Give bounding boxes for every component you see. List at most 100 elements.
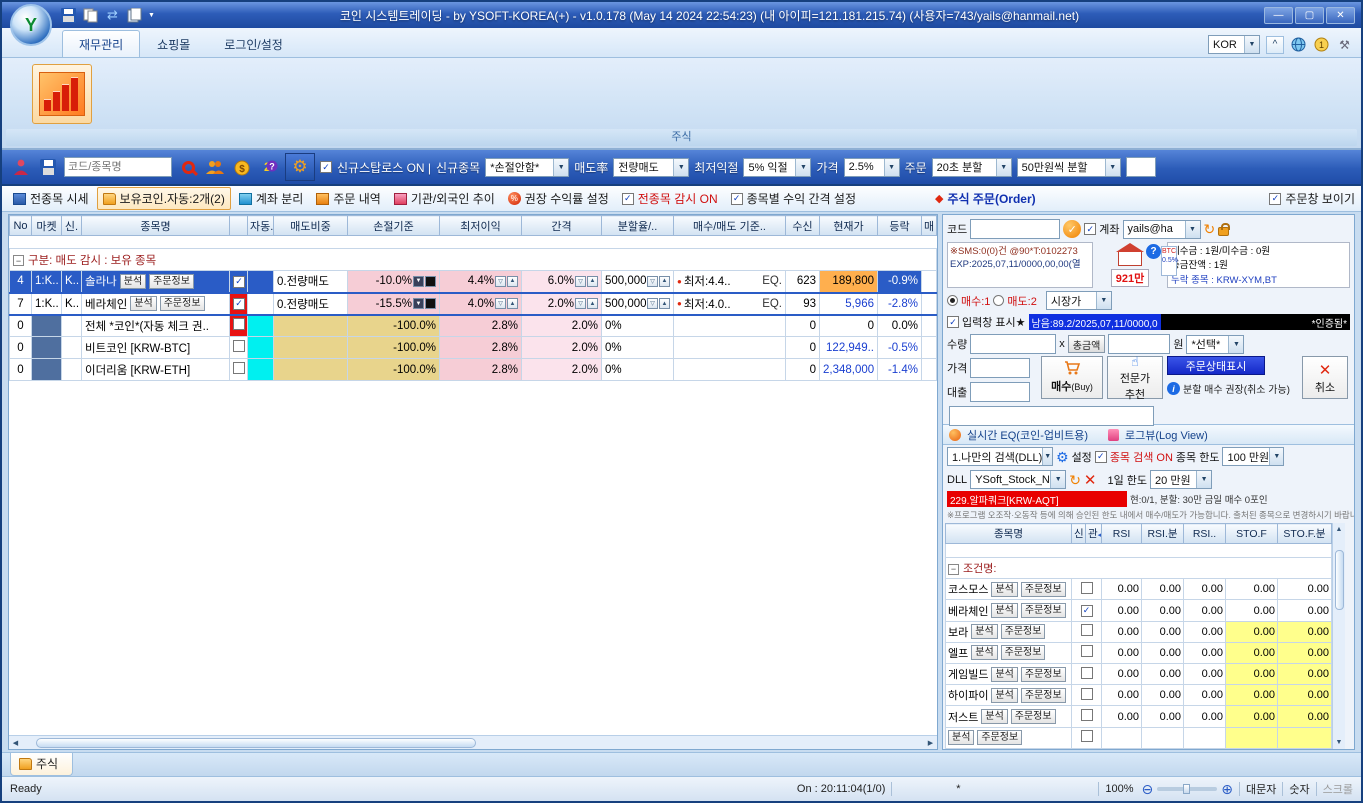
scroll-down-icon[interactable]: ▼ [1336,736,1343,749]
auto-checkbox[interactable] [233,362,245,374]
spin-down-icon[interactable]: ▽ [647,298,658,309]
refresh-icon[interactable]: ↻ [1204,222,1216,236]
auto-checkbox[interactable] [233,318,245,330]
order-info-button[interactable]: 주문정보 [1021,582,1066,597]
spin-stop-icon[interactable]: ■ [425,276,436,287]
minimize-button[interactable]: — [1264,7,1293,24]
analyze-button[interactable]: 분석 [130,296,156,311]
order-status-button[interactable]: 주문상태표시 [1167,356,1265,375]
watch-row[interactable]: 저스트분석주문정보 0.00 0.00 0.00 0.00 0.00 [946,706,1332,727]
search-icon[interactable] [177,156,199,178]
tab-shop[interactable]: 쇼핑몰 [140,30,207,57]
bottom-tab-stock[interactable]: 주식 [10,753,73,776]
order-info-button[interactable]: 주문정보 [1001,645,1046,660]
zoom-out-icon[interactable]: ⊖ [1142,782,1154,796]
stock-search-checkbox[interactable] [1095,451,1107,463]
spin-down-icon[interactable]: ▽ [575,298,586,309]
tab-all-quotes[interactable]: 전종목 시세 [8,188,94,209]
analyze-button[interactable]: 분석 [991,688,1017,703]
vertical-scrollbar[interactable]: ▲ ▼ [1332,523,1345,749]
tab-logview[interactable]: 로그뷰(Log View) [1125,427,1208,443]
scrollbar-thumb[interactable] [1335,550,1344,610]
daily-limit-dropdown[interactable]: 20 만원▼ [1150,470,1212,489]
table-row[interactable]: 0 이더리움 [KRW-ETH] -100.0% 2.8% 2.0% 0% 0 … [10,359,937,381]
order-info-button[interactable]: 주문정보 [160,296,205,311]
spin-down-icon[interactable]: ▼ [413,276,424,287]
order-split-dropdown[interactable]: 20초 분할▼ [932,158,1012,177]
globe-icon[interactable] [1290,37,1307,53]
spin-down-icon[interactable]: ▽ [495,276,506,287]
total-amount-input[interactable] [1108,334,1170,354]
buy-radio[interactable] [947,295,958,306]
price-input[interactable] [970,358,1030,378]
account-dropdown[interactable]: yails@ha▼ [1123,220,1201,239]
account-checkbox[interactable] [1084,223,1096,235]
analyze-button[interactable]: 분석 [991,603,1017,618]
watch-row-partial[interactable]: 분석주문정보 [946,727,1332,748]
question-icon[interactable]: ? [1146,244,1161,259]
expert-recommend-button[interactable]: ☝ 전문가추천 [1107,356,1163,399]
tab-order-history[interactable]: 주문 내역 [311,188,386,209]
calculator-house-icon[interactable] [1118,251,1142,266]
copy-icon[interactable] [82,7,99,23]
gap-setting-checkbox[interactable] [731,193,743,205]
help-icon[interactable]: 2? [258,156,280,178]
order-info-button[interactable]: 주문정보 [977,730,1022,745]
close-button[interactable]: ✕ [1326,7,1355,24]
amount-split-dropdown[interactable]: 50만원씩 분할▼ [1017,158,1121,177]
analyze-button[interactable]: 분석 [991,582,1017,597]
code-confirm-icon[interactable]: ✓ [1063,220,1081,238]
auto-checkbox[interactable] [233,298,245,310]
table-row[interactable]: 0 전체 *코인*(자동 체크 권.. -100.0% 2.8% 2.0% 0%… [10,315,937,337]
watch-checkbox[interactable] [1081,624,1093,636]
new-stoploss-checkbox[interactable] [320,161,332,173]
analyze-button[interactable]: 분석 [981,709,1007,724]
stock-limit-dropdown[interactable]: 100 만원▼ [1222,447,1284,466]
spin-up-icon[interactable]: ▲ [507,276,518,287]
input-display-checkbox[interactable] [947,316,959,328]
qat-dropdown-icon[interactable]: ▼ [148,12,155,19]
order-info-button[interactable]: 주문정보 [1011,709,1056,724]
buy-button[interactable]: 매수(Buy) [1041,356,1103,399]
save-disk-icon[interactable] [37,156,59,178]
search-settings-gear-icon[interactable]: ⚙ [1056,450,1069,464]
tab-account-split[interactable]: 계좌 분리 [234,188,309,209]
zoom-slider-thumb[interactable] [1183,784,1190,794]
spin-down-icon[interactable]: ▽ [495,298,506,309]
tab-realtime-eq[interactable]: 실시간 EQ(코인-업비트용) [967,427,1088,443]
analyze-button[interactable]: 분석 [948,730,974,745]
order-info-button[interactable]: 주문정보 [1021,688,1066,703]
table-row[interactable]: 0 비트코인 [KRW-BTC] -100.0% 2.8% 2.0% 0% 0 … [10,337,937,359]
loan-input[interactable] [970,382,1030,402]
tab-holdings[interactable]: 보유코인.자동:2개(2) [97,187,231,210]
maximize-button[interactable]: ▢ [1295,7,1324,24]
watch-checkbox[interactable] [1081,709,1093,721]
order-type-dropdown[interactable]: 시장가▼ [1046,291,1112,310]
zoom-in-icon[interactable]: ⊕ [1221,782,1233,796]
watch-row[interactable]: 베라체인분석주문정보 0.00 0.00 0.00 0.00 0.00 [946,600,1332,621]
sync-icon[interactable]: ⇄ [104,7,121,23]
dll-delete-icon[interactable]: ✕ [1084,471,1097,489]
scroll-left-icon[interactable]: ◀ [9,737,22,749]
analyze-button[interactable]: 분석 [971,624,997,639]
dll-refresh-icon[interactable]: ↻ [1069,473,1081,487]
tools-icon[interactable]: ⚒ [1336,37,1353,53]
zoom-slider[interactable] [1157,787,1217,791]
watch-checkbox[interactable] [1081,645,1093,657]
new-stock-dropdown[interactable]: *손절안함*▼ [485,158,569,177]
watch-checkbox[interactable] [1081,688,1093,700]
analyze-button[interactable]: 분석 [120,274,146,289]
memo-input[interactable] [949,406,1154,426]
watch-checkbox[interactable] [1081,605,1093,617]
analyze-button[interactable]: 분석 [991,667,1017,682]
watch-row[interactable]: 보라분석주문정보 0.00 0.00 0.00 0.00 0.00 [946,621,1332,642]
table-row[interactable]: 4 1:K.. K.. 솔라나분석주문정보 0.전량매도 -10.0%▼■ 4.… [10,271,937,293]
tab-institution-trend[interactable]: 기관/외국인 추이 [389,188,500,209]
save-icon[interactable] [60,7,77,23]
watch-checkbox[interactable] [1081,730,1093,742]
scroll-up-icon[interactable]: ▲ [1336,523,1343,536]
user-icon[interactable] [10,156,32,178]
spin-up-icon[interactable]: ▲ [659,298,670,309]
dll-dropdown[interactable]: YSoft_Stock_N▼ [970,470,1066,489]
gap-setting-toggle[interactable]: 종목별 수익 간격 설정 [726,188,861,209]
